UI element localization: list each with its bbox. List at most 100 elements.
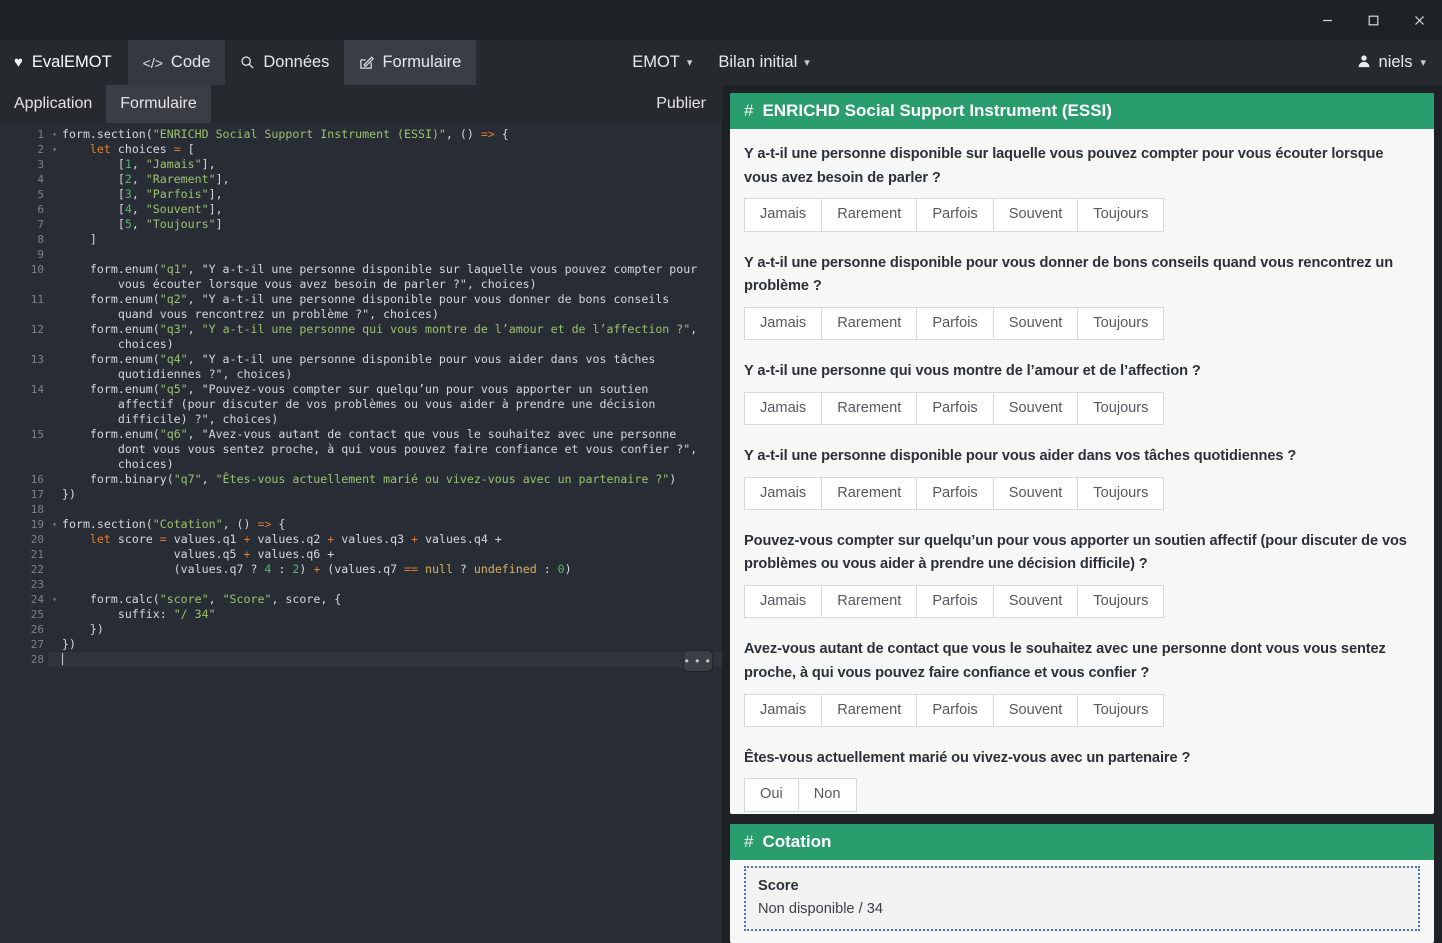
choice-button[interactable]: Jamais	[744, 198, 822, 231]
app-brand[interactable]: ♥ EvalEMOT	[0, 40, 128, 85]
choice-button[interactable]: Parfois	[916, 198, 993, 231]
editor-pane: Application Formulaire Publier 1▾2▾34567…	[0, 85, 722, 943]
subtab-formulaire[interactable]: Formulaire	[106, 85, 210, 123]
code-line: affectif (pour discuter de vos problèmes…	[62, 397, 722, 412]
question-label: Êtes-vous actuellement marié ou vivez-vo…	[744, 747, 1420, 771]
line-number: 3	[0, 157, 48, 172]
choice-button[interactable]: Rarement	[821, 585, 917, 618]
choice-button[interactable]: Souvent	[993, 477, 1079, 510]
line-number: 9	[0, 247, 48, 262]
form-question: Êtes-vous actuellement marié ou vivez-vo…	[744, 747, 1420, 812]
choice-button[interactable]: Parfois	[916, 585, 993, 618]
choice-button[interactable]: Parfois	[916, 694, 993, 727]
code-text-area[interactable]: form.section("ENRICHD Social Support Ins…	[48, 123, 722, 943]
score-value: Non disponible / 34	[758, 901, 1406, 917]
code-editor[interactable]: 1▾2▾345678910111213141516171819▾20212223…	[0, 123, 722, 943]
line-number	[0, 307, 48, 322]
line-number: 20	[0, 532, 48, 547]
form-preview-pane: #ENRICHD Social Support Instrument (ESSI…	[722, 85, 1442, 943]
title-bar	[0, 0, 1442, 40]
editor-overflow-label: • • •	[685, 654, 712, 668]
choice-button[interactable]: Souvent	[993, 694, 1079, 727]
choice-button[interactable]: Jamais	[744, 392, 822, 425]
code-line: let choices = [	[62, 142, 722, 157]
choice-button[interactable]: Toujours	[1077, 392, 1164, 425]
workspace: Application Formulaire Publier 1▾2▾34567…	[0, 85, 1442, 943]
form-selector[interactable]: Bilan initial ▾	[718, 53, 809, 72]
menu-tab-donnees-label: Données	[263, 53, 329, 72]
code-line: form.enum("q2", "Y a-t-il une personne d…	[62, 292, 722, 307]
line-number	[0, 367, 48, 382]
choice-button[interactable]: Jamais	[744, 694, 822, 727]
choice-button[interactable]: Parfois	[916, 392, 993, 425]
choice-button[interactable]: Jamais	[744, 477, 822, 510]
minimize-icon[interactable]	[1304, 0, 1350, 40]
choice-button[interactable]: Toujours	[1077, 585, 1164, 618]
subtab-application[interactable]: Application	[0, 85, 106, 123]
project-selector[interactable]: EMOT ▾	[632, 53, 692, 72]
line-number	[0, 337, 48, 352]
choice-button[interactable]: Toujours	[1077, 307, 1164, 340]
choice-button[interactable]: Rarement	[821, 307, 917, 340]
hash-icon: #	[744, 101, 753, 121]
question-label: Avez-vous autant de contact que vous le …	[744, 638, 1420, 685]
form-question: Pouvez-vous compter sur quelqu’un pour v…	[744, 530, 1420, 619]
code-line: form.enum("q1", "Y a-t-il une personne d…	[62, 262, 722, 277]
line-number	[0, 457, 48, 472]
question-label: Pouvez-vous compter sur quelqu’un pour v…	[744, 530, 1420, 577]
menu-tab-donnees[interactable]: Données	[225, 40, 344, 85]
choice-button[interactable]: Rarement	[821, 477, 917, 510]
code-line: [4, "Souvent"],	[62, 202, 722, 217]
choice-button[interactable]: Oui	[744, 778, 799, 811]
search-icon	[240, 55, 255, 70]
user-menu-label: niels	[1379, 53, 1413, 72]
choice-button[interactable]: Rarement	[821, 198, 917, 231]
choice-button[interactable]: Non	[798, 778, 857, 811]
choice-group-q6: JamaisRarementParfoisSouventToujours	[744, 694, 1164, 727]
choice-button[interactable]: Toujours	[1077, 198, 1164, 231]
form-section-header: #Cotation	[730, 824, 1434, 860]
choice-button[interactable]: Rarement	[821, 392, 917, 425]
menu-tab-code[interactable]: </> Code	[128, 40, 226, 85]
editor-overflow-button[interactable]: • • •	[684, 651, 712, 671]
choice-group-q7: OuiNon	[744, 778, 857, 811]
subtab-formulaire-label: Formulaire	[120, 95, 196, 113]
chevron-down-icon: ▾	[1420, 56, 1426, 69]
choice-button[interactable]: Parfois	[916, 477, 993, 510]
choice-button[interactable]: Jamais	[744, 585, 822, 618]
choice-button[interactable]: Toujours	[1077, 477, 1164, 510]
subtab-application-label: Application	[14, 95, 92, 113]
line-number: 1▾	[0, 127, 48, 142]
choice-button[interactable]: Souvent	[993, 198, 1079, 231]
line-number: 21	[0, 547, 48, 562]
choice-button[interactable]: Parfois	[916, 307, 993, 340]
choice-button[interactable]: Souvent	[993, 392, 1079, 425]
user-menu[interactable]: niels ▾	[1357, 40, 1442, 85]
form-section: #CotationScoreNon disponible / 34	[730, 824, 1434, 943]
choice-button[interactable]: Toujours	[1077, 694, 1164, 727]
choice-group-q5: JamaisRarementParfoisSouventToujours	[744, 585, 1164, 618]
main-menu-bar: ♥ EvalEMOT </> Code Données	[0, 40, 1442, 85]
code-line: quand vous rencontrez un problème ?", ch…	[62, 307, 722, 322]
code-line: vous écouter lorsque vous avez besoin de…	[62, 277, 722, 292]
line-number: 12	[0, 322, 48, 337]
choice-button[interactable]: Souvent	[993, 307, 1079, 340]
choice-button[interactable]: Jamais	[744, 307, 822, 340]
close-icon[interactable]	[1396, 0, 1442, 40]
line-number: 15	[0, 427, 48, 442]
chevron-down-icon: ▾	[804, 56, 810, 69]
maximize-icon[interactable]	[1350, 0, 1396, 40]
publish-button[interactable]: Publier	[640, 85, 722, 123]
choice-button[interactable]: Souvent	[993, 585, 1079, 618]
code-line: })	[62, 487, 722, 502]
line-number: 10	[0, 262, 48, 277]
menu-tab-formulaire[interactable]: Formulaire	[344, 40, 476, 85]
line-number	[0, 397, 48, 412]
code-line: [1, "Jamais"],	[62, 157, 722, 172]
form-question: Avez-vous autant de contact que vous le …	[744, 638, 1420, 727]
line-number: 16	[0, 472, 48, 487]
code-line: difficile) ?", choices)	[62, 412, 722, 427]
question-label: Y a-t-il une personne disponible pour vo…	[744, 252, 1420, 299]
choice-button[interactable]: Rarement	[821, 694, 917, 727]
code-line	[62, 577, 722, 592]
